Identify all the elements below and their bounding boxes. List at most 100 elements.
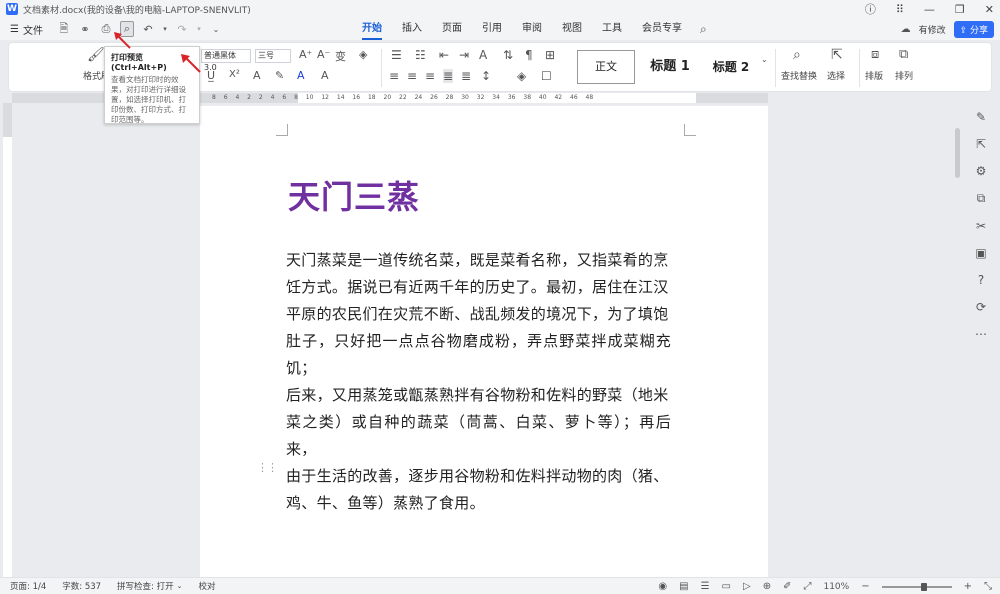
table-icon[interactable]: ⊞: [545, 48, 555, 62]
tab-member[interactable]: 会员专享: [632, 18, 692, 40]
adjust-icon[interactable]: ⚙: [976, 164, 987, 178]
link-icon[interactable]: ⚭: [78, 23, 92, 36]
style-normal[interactable]: 正文: [577, 50, 635, 84]
more-icon[interactable]: ⋯: [975, 327, 987, 341]
shrink-font-icon[interactable]: A⁻: [317, 48, 330, 61]
fit-icon[interactable]: ⤢: [803, 581, 811, 592]
text-effect-icon[interactable]: A: [253, 69, 261, 82]
word-count[interactable]: 字数: 537: [62, 580, 101, 592]
zoom-in-icon[interactable]: +: [964, 581, 972, 592]
align-right-icon[interactable]: ≡: [425, 69, 435, 83]
zoom-slider-thumb[interactable]: [920, 582, 927, 591]
grid-icon[interactable]: ⠿: [896, 3, 904, 16]
find-replace-label[interactable]: 查找替换: [781, 69, 817, 82]
play-icon[interactable]: ▷: [743, 581, 751, 592]
line-spacing-icon[interactable]: ↕: [481, 69, 491, 83]
tab-tools[interactable]: 工具: [592, 18, 632, 40]
decrease-indent-icon[interactable]: ⇤: [439, 48, 449, 62]
show-marks-icon[interactable]: ¶: [525, 48, 533, 62]
layout-label[interactable]: 排版: [865, 69, 883, 82]
font-name-select[interactable]: 普通黑体 3.0: [201, 49, 251, 72]
spell-check-dropdown-icon[interactable]: ⌄: [177, 582, 183, 590]
redo-icon[interactable]: ↷: [175, 23, 189, 36]
align-center-icon[interactable]: ≡: [407, 69, 417, 83]
zoom-out-icon[interactable]: −: [861, 581, 869, 592]
backup-icon[interactable]: ⧉: [977, 191, 986, 206]
tab-references[interactable]: 引用: [472, 18, 512, 40]
document-paragraph[interactable]: 天门蒸菜是一道传统名菜，既是菜肴名称，又指菜肴的烹 饪方式。据说已有近两千年的历…: [286, 247, 671, 517]
edit-icon[interactable]: ✎: [976, 110, 986, 124]
layout-icon[interactable]: ⧈: [871, 47, 879, 62]
shading-icon[interactable]: ◈: [517, 69, 526, 83]
sync-icon[interactable]: ⟳: [976, 300, 986, 314]
fullscreen-icon[interactable]: ⤡: [984, 581, 992, 592]
char-shading-icon[interactable]: A: [321, 69, 329, 82]
minimize-icon[interactable]: —: [924, 3, 935, 16]
distributed-icon[interactable]: ≣: [461, 69, 471, 83]
web-view-icon[interactable]: ⊕: [763, 581, 771, 592]
sort-icon[interactable]: ⇅: [503, 48, 513, 62]
save-icon[interactable]: 🗎: [57, 20, 71, 39]
style-heading1[interactable]: 标题 1: [639, 50, 701, 84]
more-dropdown-icon[interactable]: ⌄: [209, 25, 223, 34]
borders-icon[interactable]: ☐: [541, 69, 552, 83]
tab-review[interactable]: 审阅: [512, 18, 552, 40]
tab-home[interactable]: 开始: [352, 18, 392, 40]
align-left-icon[interactable]: ≡: [389, 69, 399, 83]
undo-dropdown-icon[interactable]: ▾: [162, 25, 168, 33]
arrange-label[interactable]: 排列: [895, 69, 913, 82]
help-circle-icon[interactable]: ?: [978, 273, 984, 287]
redo-dropdown-icon[interactable]: ▾: [196, 25, 202, 33]
help-icon[interactable]: ⓘ: [865, 1, 876, 17]
zoom-slider[interactable]: [881, 582, 952, 591]
superscript-icon[interactable]: X²: [229, 69, 240, 80]
page-indicator[interactable]: 页面: 1/4: [10, 580, 46, 592]
zoom-level[interactable]: 110%: [823, 582, 849, 592]
read-mode-icon[interactable]: ▭: [722, 581, 731, 592]
proofread-button[interactable]: 校对: [199, 580, 216, 592]
tab-insert[interactable]: 插入: [392, 18, 432, 40]
select-label[interactable]: 选择: [827, 69, 845, 82]
tools-icon[interactable]: ✂: [976, 219, 986, 233]
document-page[interactable]: 天门三蒸 天门蒸菜是一道传统名菜，既是菜肴名称，又指菜肴的烹 饪方式。据说已有近…: [200, 106, 768, 577]
justify-icon[interactable]: ≣: [443, 69, 454, 83]
underline-icon[interactable]: U̲: [207, 69, 215, 82]
vertical-scrollbar[interactable]: [955, 128, 960, 178]
pointer-icon[interactable]: ⇱: [976, 137, 986, 151]
style-heading2[interactable]: 标题 2: [703, 50, 759, 84]
file-menu-button[interactable]: ☰ 文件: [10, 22, 43, 37]
font-color-icon[interactable]: A: [297, 69, 305, 82]
spell-check-status[interactable]: 拼写检查: 打开: [117, 580, 174, 592]
search-icon[interactable]: ⌕: [692, 22, 707, 37]
asian-layout-icon[interactable]: A: [479, 48, 487, 62]
bullets-icon[interactable]: ☰: [391, 48, 402, 62]
paragraph-drag-handle-icon[interactable]: ⋮⋮: [257, 461, 278, 474]
close-icon[interactable]: ✕: [985, 3, 994, 16]
select-icon[interactable]: ⇱: [831, 47, 843, 63]
format-painter-icon[interactable]: 🖌: [87, 47, 105, 63]
arrange-icon[interactable]: ⧉: [899, 47, 908, 62]
document-heading[interactable]: 天门三蒸: [288, 172, 420, 218]
increase-indent-icon[interactable]: ⇥: [459, 48, 469, 62]
clear-format-icon[interactable]: ◈: [359, 48, 367, 61]
outline-view-icon[interactable]: ☰: [701, 581, 710, 592]
vertical-ruler[interactable]: [3, 103, 12, 577]
tab-page[interactable]: 页面: [432, 18, 472, 40]
page-view-icon[interactable]: ▤: [679, 581, 688, 592]
modified-status[interactable]: 有修改: [919, 23, 946, 36]
find-replace-icon[interactable]: ⌕: [793, 47, 801, 63]
pen-icon[interactable]: ✐: [783, 581, 791, 592]
styles-more-icon[interactable]: ⌄: [761, 55, 768, 64]
restore-icon[interactable]: ❐: [955, 3, 965, 16]
pinyin-icon[interactable]: 变: [335, 48, 346, 64]
eye-icon[interactable]: ◉: [658, 581, 667, 592]
font-size-select[interactable]: 三号: [255, 49, 291, 63]
share-button[interactable]: ⇪ 分享: [953, 20, 994, 38]
undo-icon[interactable]: ↶: [141, 23, 155, 36]
highlight-icon[interactable]: ✎: [275, 69, 284, 82]
print-icon[interactable]: ⎙: [99, 22, 113, 36]
numbering-icon[interactable]: ☷: [415, 48, 426, 62]
grow-font-icon[interactable]: A⁺: [299, 48, 312, 61]
book-icon[interactable]: ▣: [975, 246, 986, 260]
tab-view[interactable]: 视图: [552, 18, 592, 40]
